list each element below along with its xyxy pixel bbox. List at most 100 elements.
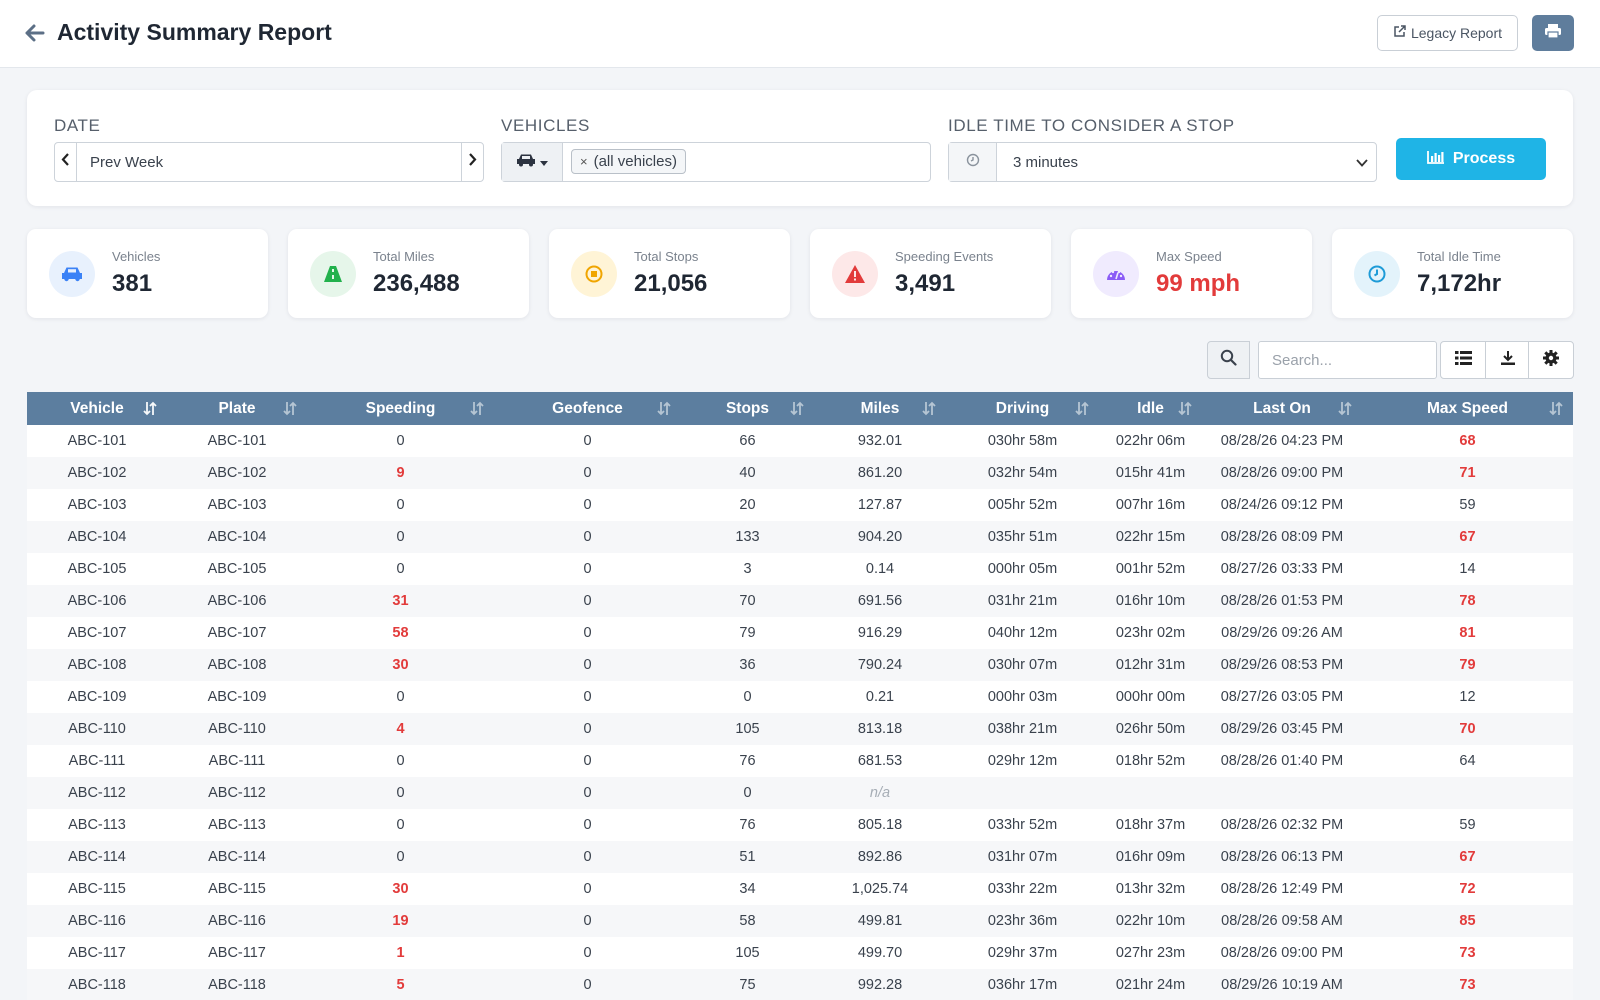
date-picker[interactable]: Prev Week: [54, 142, 484, 182]
table-row[interactable]: ABC-107 ABC-107 58 0 79 916.29 040hr 12m 023hr …: [27, 617, 1573, 649]
column-header-geofence[interactable]: Geofence: [494, 392, 681, 425]
table-row[interactable]: ABC-113 ABC-113 0 0 76 805.18 033hr 52m 018hr 3…: [27, 809, 1573, 841]
table-row[interactable]: ABC-101 ABC-101 0 0 66 932.01 030hr 58m 022hr 0…: [27, 425, 1573, 457]
cell-idle: 001hr 52m: [1115, 561, 1186, 577]
cell-idle: 021hr 24m: [1115, 977, 1186, 993]
vehicle-type-dropdown[interactable]: [502, 143, 563, 181]
sort-icon[interactable]: [143, 401, 157, 421]
sort-icon[interactable]: [657, 401, 671, 421]
column-header-label: Plate: [218, 399, 256, 417]
car-icon: [516, 153, 536, 172]
sort-icon[interactable]: [1075, 401, 1089, 421]
cell-vehicle: ABC-118: [68, 977, 126, 993]
table-row[interactable]: ABC-106 ABC-106 31 0 70 691.56 031hr 21m 016hr …: [27, 585, 1573, 617]
stat-label: Total Idle Time: [1417, 249, 1501, 264]
column-header-miles[interactable]: Miles: [814, 392, 946, 425]
date-next-button[interactable]: [461, 143, 483, 181]
table-row[interactable]: ABC-114 ABC-114 0 0 51 892.86 031hr 07m 016hr 0…: [27, 841, 1573, 873]
cell-speeding: 1: [396, 945, 405, 961]
legacy-report-button[interactable]: Legacy Report: [1377, 15, 1518, 51]
table-row[interactable]: ABC-102 ABC-102 9 0 40 861.20 032hr 54m 015hr 4…: [27, 457, 1573, 489]
cell-speeding: 0: [396, 529, 405, 545]
cell-vehicle: ABC-102: [67, 465, 127, 481]
cell-idle: 026hr 50m: [1115, 721, 1186, 737]
export-button[interactable]: [1485, 341, 1531, 379]
cell-max-speed: 70: [1459, 721, 1476, 737]
table-row[interactable]: ABC-109 ABC-109 0 0 0 0.21 000hr 03m 000hr 00m 0…: [27, 681, 1573, 713]
process-button[interactable]: Process: [1396, 138, 1546, 180]
cell-last-on: 08/28/26 09:58 AM: [1221, 913, 1343, 929]
sort-icon[interactable]: [790, 401, 804, 421]
table-row[interactable]: ABC-104 ABC-104 0 0 133 904.20 035hr 51m 022hr …: [27, 521, 1573, 553]
cell-geofence: 0: [583, 849, 592, 865]
table-row[interactable]: ABC-118 ABC-118 5 0 75 992.28 036hr 17m 021hr 2…: [27, 969, 1573, 1000]
cell-last-on: 08/28/26 02:32 PM: [1220, 817, 1344, 833]
table-row[interactable]: ABC-112 ABC-112 0 0 0 n/a: [27, 777, 1573, 809]
sort-icon[interactable]: [922, 401, 936, 421]
bar-chart-icon: [1426, 150, 1445, 169]
table-row[interactable]: ABC-115 ABC-115 30 0 34 1,025.74 033hr 22m 013h…: [27, 873, 1573, 905]
back-arrow-icon[interactable]: [24, 22, 48, 46]
print-button[interactable]: [1532, 15, 1574, 51]
cell-driving: 038hr 21m: [987, 721, 1058, 737]
column-header-plate[interactable]: Plate: [167, 392, 307, 425]
sort-icon[interactable]: [470, 401, 484, 421]
column-header-label: Vehicle: [70, 399, 124, 417]
cell-vehicle: ABC-109: [67, 689, 127, 705]
table-row[interactable]: ABC-111 ABC-111 0 0 76 681.53 029hr 12m 018hr 5…: [27, 745, 1573, 777]
sort-icon[interactable]: [1178, 401, 1192, 421]
date-value[interactable]: Prev Week: [90, 154, 163, 171]
cell-driving: 030hr 58m: [987, 433, 1058, 449]
cell-speeding: 0: [396, 785, 405, 801]
idle-time-select[interactable]: 3 minutes: [948, 142, 1377, 182]
sort-icon[interactable]: [1338, 401, 1352, 421]
stat-label: Vehicles: [112, 249, 161, 264]
cell-vehicle: ABC-103: [67, 497, 127, 513]
cell-max-speed: 73: [1459, 945, 1476, 961]
sort-icon[interactable]: [1549, 401, 1563, 421]
column-header-label: Max Speed: [1427, 399, 1508, 417]
table-row[interactable]: ABC-105 ABC-105 0 0 3 0.14 000hr 05m 001hr 52m 0…: [27, 553, 1573, 585]
column-header-idle[interactable]: Idle: [1099, 392, 1202, 425]
cell-stops: 36: [739, 657, 756, 673]
search-button[interactable]: [1207, 341, 1250, 379]
search-input[interactable]: [1258, 341, 1437, 379]
column-header-driving[interactable]: Driving: [946, 392, 1099, 425]
cell-stops: 75: [739, 977, 756, 993]
sort-icon[interactable]: [283, 401, 297, 421]
cell-stops: 40: [739, 465, 756, 481]
cell-last-on: 08/29/26 09:26 AM: [1221, 625, 1343, 641]
table-row[interactable]: ABC-103 ABC-103 0 0 20 127.87 005hr 52m 007hr 1…: [27, 489, 1573, 521]
date-prev-button[interactable]: [55, 143, 77, 181]
list-view-button[interactable]: [1440, 341, 1486, 379]
legacy-report-label: Legacy Report: [1410, 25, 1503, 41]
settings-button[interactable]: [1528, 341, 1574, 379]
cell-last-on: 08/27/26 03:05 PM: [1220, 689, 1344, 705]
cell-vehicle: ABC-111: [68, 753, 126, 769]
cell-stops: 0: [743, 689, 752, 705]
chip-remove-icon[interactable]: ×: [580, 154, 588, 169]
column-header-speeding[interactable]: Speeding: [307, 392, 494, 425]
column-header-vehicle[interactable]: Vehicle: [27, 392, 167, 425]
cell-stops: 3: [743, 561, 752, 577]
cell-geofence: 0: [583, 657, 592, 673]
page-title: Activity Summary Report: [57, 19, 332, 45]
column-header-stops[interactable]: Stops: [681, 392, 814, 425]
vehicles-select[interactable]: × (all vehicles): [501, 142, 931, 182]
table-row[interactable]: ABC-110 ABC-110 4 0 105 813.18 038hr 21m 026hr …: [27, 713, 1573, 745]
vehicle-chip[interactable]: × (all vehicles): [571, 149, 686, 174]
cell-driving: 030hr 07m: [987, 657, 1058, 673]
cell-stops: 76: [739, 817, 756, 833]
table-row[interactable]: ABC-116 ABC-116 19 0 58 499.81 023hr 36m 022hr …: [27, 905, 1573, 937]
table-row[interactable]: ABC-108 ABC-108 30 0 36 790.24 030hr 07m 012hr …: [27, 649, 1573, 681]
cell-max-speed: [1362, 777, 1573, 809]
column-header-last-on[interactable]: Last On: [1202, 392, 1362, 425]
column-header-max-speed[interactable]: Max Speed: [1362, 392, 1573, 425]
top-bar: Activity Summary Report Legacy Report: [0, 0, 1600, 68]
table-row[interactable]: ABC-117 ABC-117 1 0 105 499.70 029hr 37m 027hr …: [27, 937, 1573, 969]
cell-idle: 015hr 41m: [1115, 465, 1186, 481]
cell-max-speed: 14: [1459, 561, 1476, 577]
filter-panel: DATE Prev Week VEHICLES × (all vehicles)…: [27, 90, 1573, 206]
cell-geofence: 0: [583, 721, 592, 737]
cell-driving: 036hr 17m: [987, 977, 1058, 993]
